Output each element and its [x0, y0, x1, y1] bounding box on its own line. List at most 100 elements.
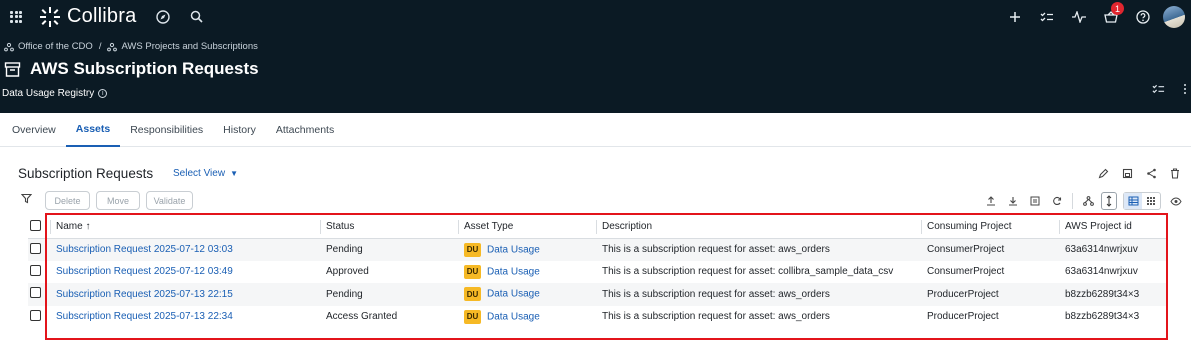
collibra-logo[interactable]: Collibra — [39, 5, 136, 28]
column-header-asset-type[interactable]: Asset Type — [458, 216, 596, 239]
breadcrumb-item-office-of-the-cdo[interactable]: Office of the CDO — [18, 41, 93, 52]
status-cell: Access Granted — [326, 311, 398, 323]
edit-icon — [1098, 168, 1108, 178]
filter-icon[interactable] — [21, 193, 32, 204]
collibra-logo-icon — [40, 6, 60, 27]
asset-name-link[interactable]: Subscription Request 2025-07-13 22:34 — [56, 311, 233, 322]
share-icon — [1146, 168, 1156, 178]
page-header: Office of the CDO / AWS Projects and Sub… — [0, 33, 1191, 113]
column-header-aws-project-id[interactable]: AWS Project id — [1059, 216, 1168, 239]
tab-assets[interactable]: Assets — [65, 113, 121, 147]
column-header-name[interactable]: Name ↑ — [50, 216, 320, 239]
apps-grid-icon[interactable] — [10, 10, 22, 23]
user-menu[interactable] — [1159, 0, 1191, 33]
table-view-button[interactable] — [1124, 193, 1142, 209]
breadcrumb: Office of the CDO / AWS Projects and Sub… — [4, 41, 258, 52]
tab-responsibilities[interactable]: Responsibilities — [120, 113, 213, 147]
table-row[interactable]: Subscription Request 2025-07-13 22:15 Pe… — [28, 283, 1168, 306]
row-checkbox[interactable] — [30, 264, 41, 276]
data-usage-badge: DU — [464, 242, 481, 257]
asset-type-link[interactable]: Data Usage — [487, 266, 540, 277]
help-icon — [1136, 9, 1150, 24]
assets-table: Name ↑ Status Asset Type Description Con… — [28, 216, 1168, 328]
activity-button[interactable] — [1063, 0, 1095, 33]
status-cell: Pending — [320, 283, 458, 306]
row-height-button[interactable] — [1101, 192, 1117, 210]
tab-overview[interactable]: Overview — [2, 113, 66, 147]
basket-button[interactable]: 1 — [1095, 0, 1127, 33]
grid-view-icon — [1147, 197, 1155, 205]
export-icon — [1030, 196, 1040, 206]
save-button[interactable] — [1115, 164, 1139, 182]
chevron-down-icon: ▼ — [230, 169, 238, 178]
data-usage-badge: DU — [464, 287, 481, 302]
consuming-project-cell: ConsumerProject — [927, 266, 1005, 278]
domain-archive-icon — [4, 61, 21, 77]
data-usage-badge: DU — [464, 264, 481, 279]
delete-button-disabled[interactable]: Delete — [45, 191, 90, 210]
aws-project-id-cell: b8zzb6289t34×3 — [1065, 311, 1140, 323]
asset-type-cell: DU Data Usage — [458, 238, 596, 261]
select-view-dropdown[interactable]: Select View ▼ — [173, 168, 238, 179]
help-button[interactable] — [1127, 0, 1159, 33]
visibility-button[interactable] — [1165, 191, 1187, 211]
section-actions — [1091, 164, 1187, 182]
grid-view-button[interactable] — [1142, 193, 1160, 209]
table-row[interactable]: Subscription Request 2025-07-13 22:34 Ac… — [28, 306, 1168, 329]
info-icon[interactable]: i — [98, 89, 108, 98]
hierarchy-icon — [1082, 196, 1094, 206]
asset-type-link[interactable]: Data Usage — [487, 311, 540, 322]
delete-button[interactable] — [1163, 164, 1187, 182]
tab-history[interactable]: History — [213, 113, 266, 147]
tasks-button[interactable] — [1031, 0, 1063, 33]
add-button[interactable] — [999, 0, 1031, 33]
compass-icon[interactable] — [156, 9, 171, 24]
description-cell: This is a subscription request for asset… — [596, 283, 921, 306]
row-height-icon — [1106, 195, 1112, 207]
aws-project-id-cell: 63a6314nwrjxuv — [1059, 238, 1168, 261]
asset-type-link[interactable]: Data Usage — [487, 289, 540, 300]
more-vertical-icon[interactable] — [1183, 83, 1187, 95]
tab-attachments[interactable]: Attachments — [266, 113, 344, 147]
search-icon[interactable] — [190, 10, 203, 23]
status-cell: Approved — [326, 266, 369, 278]
asset-type-link[interactable]: Data Usage — [487, 244, 540, 255]
asset-name-link[interactable]: Subscription Request 2025-07-13 22:15 — [56, 289, 233, 300]
export-button[interactable] — [1024, 191, 1046, 211]
asset-type-label: Data Usage Registry i — [2, 88, 108, 99]
table-row[interactable]: Subscription Request 2025-07-12 03:03 Pe… — [28, 238, 1168, 261]
tasks-icon — [1040, 12, 1053, 21]
hierarchy-button[interactable] — [1077, 191, 1099, 211]
delete-icon — [1171, 167, 1179, 179]
aws-project-id-cell: b8zzb6289t34×3 — [1059, 283, 1168, 306]
edit-button[interactable] — [1091, 164, 1115, 182]
title-row: AWS Subscription Requests — [4, 59, 259, 79]
download-button[interactable] — [1002, 191, 1024, 211]
consuming-project-cell: ProducerProject — [927, 311, 999, 323]
move-button[interactable]: Move — [96, 191, 140, 210]
upload-button[interactable] — [980, 191, 1002, 211]
app-name: Collibra — [67, 5, 137, 27]
asset-name-link[interactable]: Subscription Request 2025-07-12 03:49 — [56, 266, 233, 277]
plus-icon — [1010, 11, 1020, 22]
column-header-description[interactable]: Description — [596, 216, 921, 239]
row-checkbox[interactable] — [30, 242, 41, 254]
row-select-cell — [28, 238, 50, 261]
row-select-cell — [28, 283, 50, 306]
share-button[interactable] — [1139, 164, 1163, 182]
select-all-checkbox[interactable] — [30, 219, 41, 231]
table-row[interactable]: Subscription Request 2025-07-12 03:49 Ap… — [28, 261, 1168, 284]
refresh-button[interactable] — [1046, 191, 1068, 211]
asset-name-link[interactable]: Subscription Request 2025-07-12 03:03 — [56, 244, 233, 255]
save-icon — [1122, 168, 1132, 178]
consuming-project-cell: ConsumerProject — [921, 238, 1059, 261]
row-checkbox[interactable] — [30, 309, 41, 321]
asset-type-cell: DU Data Usage — [458, 261, 596, 284]
row-checkbox[interactable] — [30, 287, 41, 299]
tasks-icon[interactable] — [1152, 83, 1165, 95]
select-view-label: Select View — [173, 168, 226, 179]
validate-button[interactable]: Validate — [146, 191, 193, 210]
column-header-status[interactable]: Status — [320, 216, 458, 239]
breadcrumb-item-aws-projects[interactable]: AWS Projects and Subscriptions — [121, 41, 257, 52]
column-header-consuming-project[interactable]: Consuming Project — [921, 216, 1059, 239]
